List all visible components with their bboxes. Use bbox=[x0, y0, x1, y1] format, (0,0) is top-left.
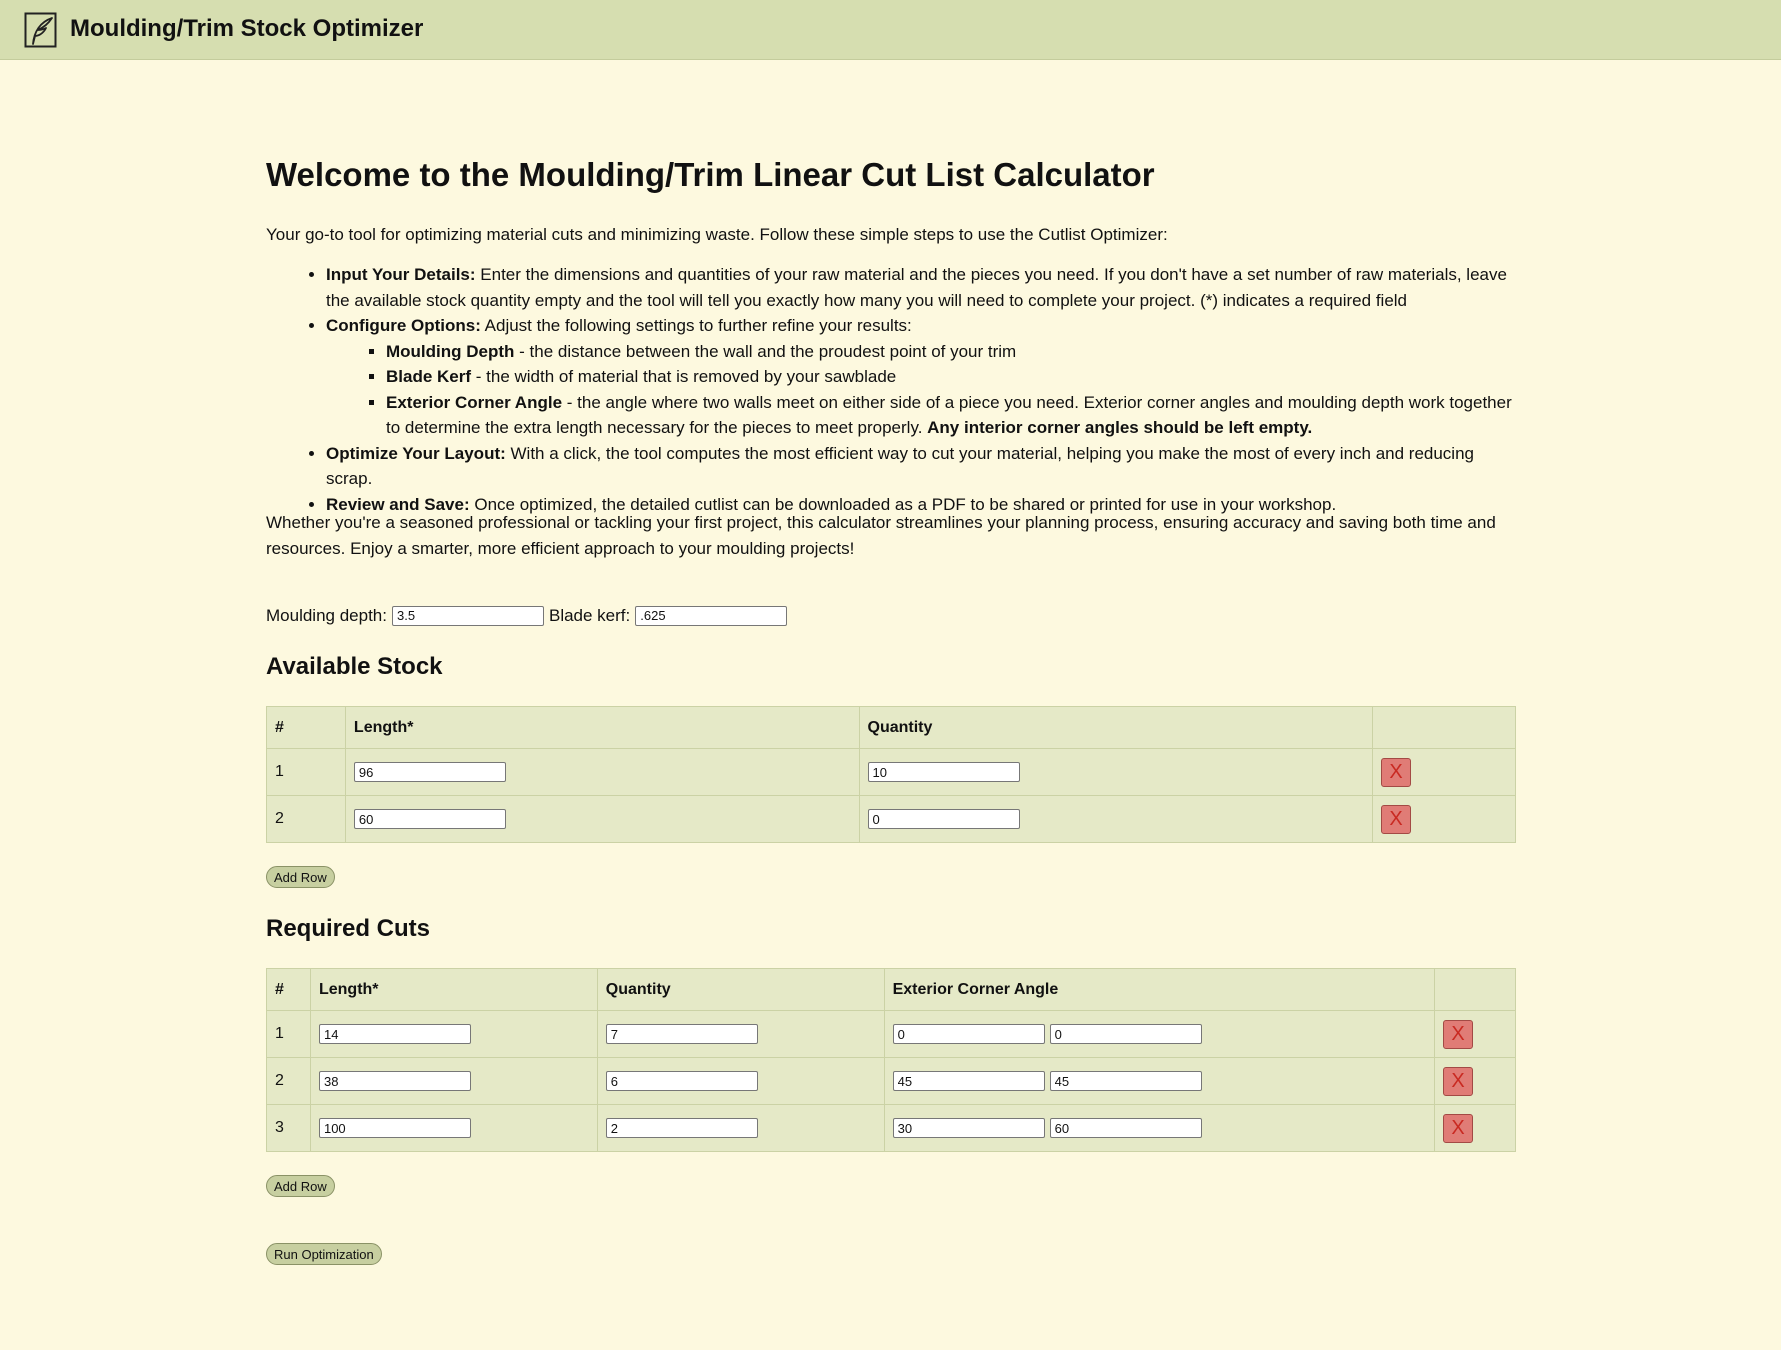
column-header-actions bbox=[1434, 968, 1516, 1011]
row-number: 2 bbox=[266, 795, 346, 843]
stock-length-input[interactable] bbox=[353, 762, 506, 782]
app-header: Moulding/Trim Stock Optimizer bbox=[0, 0, 1781, 60]
stock-quantity-input[interactable] bbox=[867, 762, 1020, 782]
table-header-row: # Length* Quantity Exterior Corner Angle bbox=[266, 968, 1516, 1011]
cut-length-input[interactable] bbox=[318, 1071, 471, 1091]
stock-quantity-input[interactable] bbox=[867, 809, 1020, 829]
outro-text: Whether you're a seasoned professional o… bbox=[266, 513, 1496, 558]
intro-text: Your go-to tool for optimizing material … bbox=[266, 225, 1168, 244]
delete-row-button[interactable]: X bbox=[1381, 757, 1412, 787]
corner-angle-left-input[interactable] bbox=[892, 1071, 1045, 1091]
blade-kerf-input[interactable] bbox=[635, 605, 788, 626]
delete-row-button[interactable]: X bbox=[1381, 804, 1412, 834]
corner-angle-left-input[interactable] bbox=[892, 1118, 1045, 1138]
add-stock-row-button[interactable]: Add Row bbox=[266, 866, 335, 888]
column-header-quantity: Quantity bbox=[596, 968, 885, 1011]
app-title: Moulding/Trim Stock Optimizer bbox=[70, 15, 424, 42]
run-optimization-button[interactable]: Run Optimization bbox=[266, 1243, 382, 1265]
table-row: 1 X bbox=[266, 1010, 1516, 1058]
column-header-number: # bbox=[266, 706, 346, 749]
step-optimize-layout: Optimize Your Layout: With a click, the … bbox=[326, 441, 1516, 492]
corner-angle-right-input[interactable] bbox=[1049, 1071, 1202, 1091]
table-row: 3 X bbox=[266, 1104, 1516, 1152]
stock-length-input[interactable] bbox=[353, 809, 506, 829]
stock-table: # Length* Quantity 1 X 2 X bbox=[266, 706, 1516, 843]
table-row: 1 X bbox=[266, 748, 1516, 796]
blade-kerf-label: Blade kerf: bbox=[548, 605, 631, 625]
column-header-quantity: Quantity bbox=[858, 706, 1374, 749]
add-cut-row-button[interactable]: Add Row bbox=[266, 1175, 335, 1197]
cut-length-input[interactable] bbox=[318, 1024, 471, 1044]
feather-logo-icon bbox=[24, 12, 57, 48]
row-number: 3 bbox=[266, 1104, 311, 1152]
moulding-depth-label: Moulding depth: bbox=[266, 605, 387, 625]
table-row: 2 X bbox=[266, 1057, 1516, 1105]
row-number: 1 bbox=[266, 1010, 311, 1058]
help-exterior-corner-angle: Exterior Corner Angle - the angle where … bbox=[386, 390, 1516, 441]
cut-length-input[interactable] bbox=[318, 1118, 471, 1138]
corner-angle-right-input[interactable] bbox=[1049, 1118, 1202, 1138]
column-header-actions bbox=[1372, 706, 1516, 749]
cuts-heading: Required Cuts bbox=[266, 915, 431, 942]
corner-angle-right-input[interactable] bbox=[1049, 1024, 1202, 1044]
stock-heading: Available Stock bbox=[266, 653, 443, 680]
options-help-list: Moulding Depth - the distance between th… bbox=[326, 339, 1516, 441]
column-header-length: Length* bbox=[309, 968, 598, 1011]
cut-quantity-input[interactable] bbox=[605, 1071, 758, 1091]
instructions-list: Input Your Details: Enter the dimensions… bbox=[266, 262, 1516, 517]
delete-row-button[interactable]: X bbox=[1443, 1019, 1474, 1049]
help-moulding-depth: Moulding Depth - the distance between th… bbox=[386, 339, 1516, 365]
step-configure-options: Configure Options: Adjust the following … bbox=[326, 313, 1516, 441]
global-options: Moulding depth: Blade kerf: bbox=[266, 604, 792, 627]
column-header-number: # bbox=[266, 968, 311, 1011]
table-row: 2 X bbox=[266, 795, 1516, 843]
row-number: 2 bbox=[266, 1057, 311, 1105]
step-input-details: Input Your Details: Enter the dimensions… bbox=[326, 262, 1516, 313]
cut-quantity-input[interactable] bbox=[605, 1024, 758, 1044]
help-blade-kerf: Blade Kerf - the width of material that … bbox=[386, 364, 1516, 390]
page-title: Welcome to the Moulding/Trim Linear Cut … bbox=[266, 156, 1155, 193]
table-header-row: # Length* Quantity bbox=[266, 706, 1516, 749]
delete-row-button[interactable]: X bbox=[1443, 1113, 1474, 1143]
column-header-length: Length* bbox=[344, 706, 860, 749]
moulding-depth-input[interactable] bbox=[391, 605, 544, 626]
cut-quantity-input[interactable] bbox=[605, 1118, 758, 1138]
corner-angle-left-input[interactable] bbox=[892, 1024, 1045, 1044]
row-number: 1 bbox=[266, 748, 346, 796]
column-header-corner-angle: Exterior Corner Angle bbox=[883, 968, 1436, 1011]
delete-row-button[interactable]: X bbox=[1443, 1066, 1474, 1096]
cuts-table: # Length* Quantity Exterior Corner Angle… bbox=[266, 968, 1516, 1152]
